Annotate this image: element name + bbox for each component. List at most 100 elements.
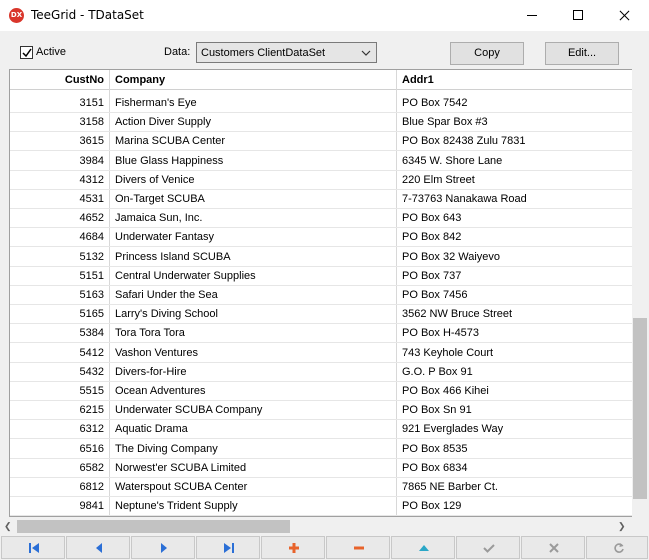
cell-addr1[interactable]: PO Box 842 bbox=[402, 231, 461, 243]
vertical-scrollbar[interactable] bbox=[632, 69, 648, 518]
horizontal-scrollbar[interactable]: ❮ ❯ bbox=[0, 518, 649, 535]
cell-custno[interactable]: 5384 bbox=[10, 327, 104, 339]
cell-addr1[interactable]: PO Box 466 Kihei bbox=[402, 385, 489, 397]
cell-addr1[interactable]: PO Box 8535 bbox=[402, 443, 467, 455]
prior-record-button[interactable] bbox=[66, 536, 130, 559]
table-row[interactable]: 5515 Ocean Adventures PO Box 466 Kihei bbox=[10, 382, 632, 401]
cell-company[interactable]: Fisherman's Eye bbox=[115, 97, 197, 109]
table-row[interactable]: 5132 Princess Island SCUBA PO Box 32 Waiye… bbox=[10, 248, 632, 267]
edit-button[interactable]: Edit... bbox=[545, 42, 619, 65]
cell-custno[interactable]: 5515 bbox=[10, 385, 104, 397]
cell-company[interactable]: Divers-for-Hire bbox=[115, 366, 187, 378]
cell-addr1[interactable]: 7-73763 Nanakawa Road bbox=[402, 193, 527, 205]
cell-custno[interactable]: 5151 bbox=[10, 270, 104, 282]
table-row[interactable]: 3615 Marina SCUBA Center PO Box 82438 Zulu… bbox=[10, 132, 632, 152]
cell-custno[interactable]: 3158 bbox=[10, 116, 104, 128]
cell-addr1[interactable]: PO Box 7456 bbox=[402, 289, 467, 301]
horizontal-scroll-thumb[interactable] bbox=[17, 520, 290, 533]
cell-addr1[interactable]: G.O. P Box 91 bbox=[402, 366, 473, 378]
vertical-scroll-thumb[interactable] bbox=[633, 318, 647, 499]
cell-custno[interactable]: 4312 bbox=[10, 174, 104, 186]
active-checkbox[interactable] bbox=[20, 46, 33, 59]
column-header-addr1[interactable]: Addr1 bbox=[402, 74, 434, 86]
column-header-custno[interactable]: CustNo bbox=[10, 74, 104, 86]
copy-button[interactable]: Copy bbox=[450, 42, 524, 65]
cell-custno[interactable]: 5412 bbox=[10, 347, 104, 359]
cell-company[interactable]: Norwest'er SCUBA Limited bbox=[115, 462, 246, 474]
table-row[interactable]: 6516 The Diving Company PO Box 8535 bbox=[10, 440, 632, 459]
cell-company[interactable]: On-Target SCUBA bbox=[115, 193, 205, 205]
table-row[interactable]: 4531 On-Target SCUBA 7-73763 Nanakawa Road bbox=[10, 190, 632, 209]
cell-custno[interactable]: 3151 bbox=[10, 97, 104, 109]
cell-addr1[interactable]: PO Box 129 bbox=[402, 500, 461, 512]
table-row[interactable]: 3151 Fisherman's Eye PO Box 7542 bbox=[10, 94, 632, 113]
cell-company[interactable]: Safari Under the Sea bbox=[115, 289, 218, 301]
cell-company[interactable]: Vashon Ventures bbox=[115, 347, 198, 359]
cell-custno[interactable]: 5132 bbox=[10, 251, 104, 263]
cell-company[interactable]: Underwater Fantasy bbox=[115, 231, 214, 243]
table-row[interactable]: 6582 Norwest'er SCUBA Limited PO Box 6834 bbox=[10, 459, 632, 478]
cell-custno[interactable]: 3984 bbox=[10, 155, 104, 167]
cell-custno[interactable]: 4684 bbox=[10, 231, 104, 243]
cell-addr1[interactable]: 3562 NW Bruce Street bbox=[402, 308, 512, 320]
cell-company[interactable]: Larry's Diving School bbox=[115, 308, 218, 320]
cell-custno[interactable]: 3615 bbox=[10, 135, 104, 147]
table-row[interactable]: 5412 Vashon Ventures 743 Keyhole Court bbox=[10, 344, 632, 363]
cell-addr1[interactable]: PO Box 737 bbox=[402, 270, 461, 282]
cell-custno[interactable]: 6312 bbox=[10, 423, 104, 435]
table-row[interactable]: 3984 Blue Glass Happiness 6345 W. Shore La… bbox=[10, 152, 632, 171]
cell-custno[interactable]: 9841 bbox=[10, 500, 104, 512]
insert-record-button[interactable] bbox=[261, 536, 325, 559]
cell-company[interactable]: Marina SCUBA Center bbox=[115, 135, 225, 147]
cell-company[interactable]: Neptune's Trident Supply bbox=[115, 500, 238, 512]
cell-addr1[interactable]: PO Box 7542 bbox=[402, 97, 467, 109]
cell-addr1[interactable]: PO Box 643 bbox=[402, 212, 461, 224]
cell-addr1[interactable]: PO Box 6834 bbox=[402, 462, 467, 474]
data-grid[interactable]: CustNo Company Addr1 3151 Fisherman's Eye… bbox=[9, 69, 648, 517]
cell-company[interactable]: Ocean Adventures bbox=[115, 385, 206, 397]
cell-custno[interactable]: 6582 bbox=[10, 462, 104, 474]
table-row[interactable]: 6215 Underwater SCUBA Company PO Box Sn 91 bbox=[10, 401, 632, 421]
table-row[interactable]: 5432 Divers-for-Hire G.O. P Box 91 bbox=[10, 363, 632, 382]
cell-addr1[interactable]: PO Box 32 Waiyevo bbox=[402, 251, 500, 263]
last-record-button[interactable] bbox=[196, 536, 260, 559]
next-record-button[interactable] bbox=[131, 536, 195, 559]
cell-addr1[interactable]: 6345 W. Shore Lane bbox=[402, 155, 502, 167]
cell-addr1[interactable]: PO Box Sn 91 bbox=[402, 404, 472, 416]
first-record-button[interactable] bbox=[1, 536, 65, 559]
table-row[interactable]: 5165 Larry's Diving School 3562 NW Bruce S… bbox=[10, 305, 632, 325]
data-select[interactable]: Customers ClientDataSet bbox=[196, 42, 377, 63]
cell-custno[interactable]: 4652 bbox=[10, 212, 104, 224]
cell-addr1[interactable]: Blue Spar Box #3 bbox=[402, 116, 488, 128]
cell-company[interactable]: Blue Glass Happiness bbox=[115, 155, 223, 167]
cell-addr1[interactable]: 921 Everglades Way bbox=[402, 423, 503, 435]
cell-company[interactable]: The Diving Company bbox=[115, 443, 218, 455]
close-button[interactable] bbox=[601, 0, 647, 31]
cancel-record-button[interactable] bbox=[521, 536, 585, 559]
scroll-right-icon[interactable]: ❯ bbox=[618, 521, 626, 532]
cell-addr1[interactable]: 220 Elm Street bbox=[402, 174, 475, 186]
cell-company[interactable]: Divers of Venice bbox=[115, 174, 194, 186]
post-record-button[interactable] bbox=[456, 536, 520, 559]
cell-custno[interactable]: 6516 bbox=[10, 443, 104, 455]
maximize-button[interactable] bbox=[555, 0, 601, 31]
table-row[interactable]: 5384 Tora Tora Tora PO Box H-4573 bbox=[10, 324, 632, 344]
cell-custno[interactable]: 5432 bbox=[10, 366, 104, 378]
cell-addr1[interactable]: PO Box 82438 Zulu 7831 bbox=[402, 135, 526, 147]
cell-company[interactable]: Central Underwater Supplies bbox=[115, 270, 256, 282]
table-row[interactable]: 9841 Neptune's Trident Supply PO Box 129 bbox=[10, 497, 632, 516]
cell-addr1[interactable]: 7865 NE Barber Ct. bbox=[402, 481, 498, 493]
cell-custno[interactable]: 6215 bbox=[10, 404, 104, 416]
cell-company[interactable]: Action Diver Supply bbox=[115, 116, 211, 128]
cell-custno[interactable]: 4531 bbox=[10, 193, 104, 205]
refresh-button[interactable] bbox=[586, 536, 648, 559]
column-header-company[interactable]: Company bbox=[115, 74, 165, 86]
cell-company[interactable]: Tora Tora Tora bbox=[115, 327, 185, 339]
cell-company[interactable]: Jamaica Sun, Inc. bbox=[115, 212, 202, 224]
scroll-left-icon[interactable]: ❮ bbox=[4, 521, 12, 532]
cell-company[interactable]: Waterspout SCUBA Center bbox=[115, 481, 247, 493]
cell-company[interactable]: Aquatic Drama bbox=[115, 423, 188, 435]
table-row[interactable]: 4652 Jamaica Sun, Inc. PO Box 643 bbox=[10, 209, 632, 229]
table-row[interactable]: 3158 Action Diver Supply Blue Spar Box #3 bbox=[10, 113, 632, 133]
cell-custno[interactable]: 5163 bbox=[10, 289, 104, 301]
